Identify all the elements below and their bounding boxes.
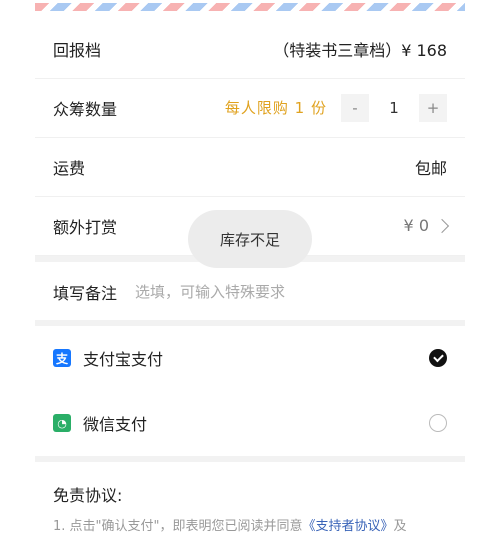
disclaimer-text-prefix: 1. 点击"确认支付"，即表明您已阅读并同意	[53, 519, 303, 534]
purchase-limit-text: 每人限购 1 份	[224, 99, 327, 117]
extra-tip-label: 额外打赏	[53, 217, 118, 237]
extra-tip-value: ¥ 0	[403, 216, 429, 235]
disclaimer-text-suffix: 及	[393, 519, 407, 534]
out-of-stock-toast: 库存不足	[188, 210, 312, 268]
radio-unchecked-icon[interactable]	[429, 414, 447, 432]
section-divider	[35, 456, 465, 462]
reward-tier-value: （特装书三章档）¥ 168	[273, 40, 447, 60]
radio-checked-icon[interactable]	[429, 349, 447, 367]
quantity-value: 1	[389, 98, 399, 117]
remark-label: 填写备注	[53, 283, 118, 303]
disclaimer-title: 免责协议:	[53, 486, 123, 505]
quantity-controls: 每人限购 1 份 - 1 +	[224, 93, 447, 122]
disclaimer-text: 1. 点击"确认支付"，即表明您已阅读并同意《支持者协议》及	[53, 515, 407, 534]
crowdfund-quantity-label: 众筹数量	[53, 99, 118, 119]
envelope-border-decoration	[35, 3, 465, 11]
chevron-right-icon	[434, 218, 450, 233]
remark-row: 填写备注 选填，可输入特殊要求	[35, 262, 465, 321]
extra-tip-right: ¥ 0	[403, 216, 450, 235]
wechat-pay-icon: ◔	[53, 414, 71, 432]
payment-option-wechat[interactable]: ◔ 微信支付	[35, 391, 465, 455]
supporter-agreement-link[interactable]: 《支持者协议》	[303, 519, 394, 534]
shipping-label: 运费	[53, 158, 86, 178]
remark-input[interactable]: 选填，可输入特殊要求	[135, 281, 285, 302]
order-confirm-page: 回报档 （特装书三章档）¥ 168 众筹数量 每人限购 1 份 - 1 + 运费…	[0, 0, 500, 534]
reward-tier-row: 回报档 （特装书三章档）¥ 168	[35, 19, 465, 79]
payment-option-alipay[interactable]: 支 支付宝支付	[35, 326, 465, 390]
alipay-icon: 支	[53, 349, 71, 367]
shipping-value: 包邮	[414, 158, 447, 178]
quantity-increase-button[interactable]: +	[419, 93, 447, 122]
alipay-label: 支付宝支付	[83, 350, 164, 369]
shipping-row: 运费 包邮	[35, 137, 465, 197]
wechat-pay-label: 微信支付	[83, 415, 148, 434]
crowdfund-quantity-row: 众筹数量 每人限购 1 份 - 1 +	[35, 78, 465, 138]
quantity-decrease-button[interactable]: -	[341, 93, 369, 122]
reward-tier-label: 回报档	[53, 40, 102, 60]
